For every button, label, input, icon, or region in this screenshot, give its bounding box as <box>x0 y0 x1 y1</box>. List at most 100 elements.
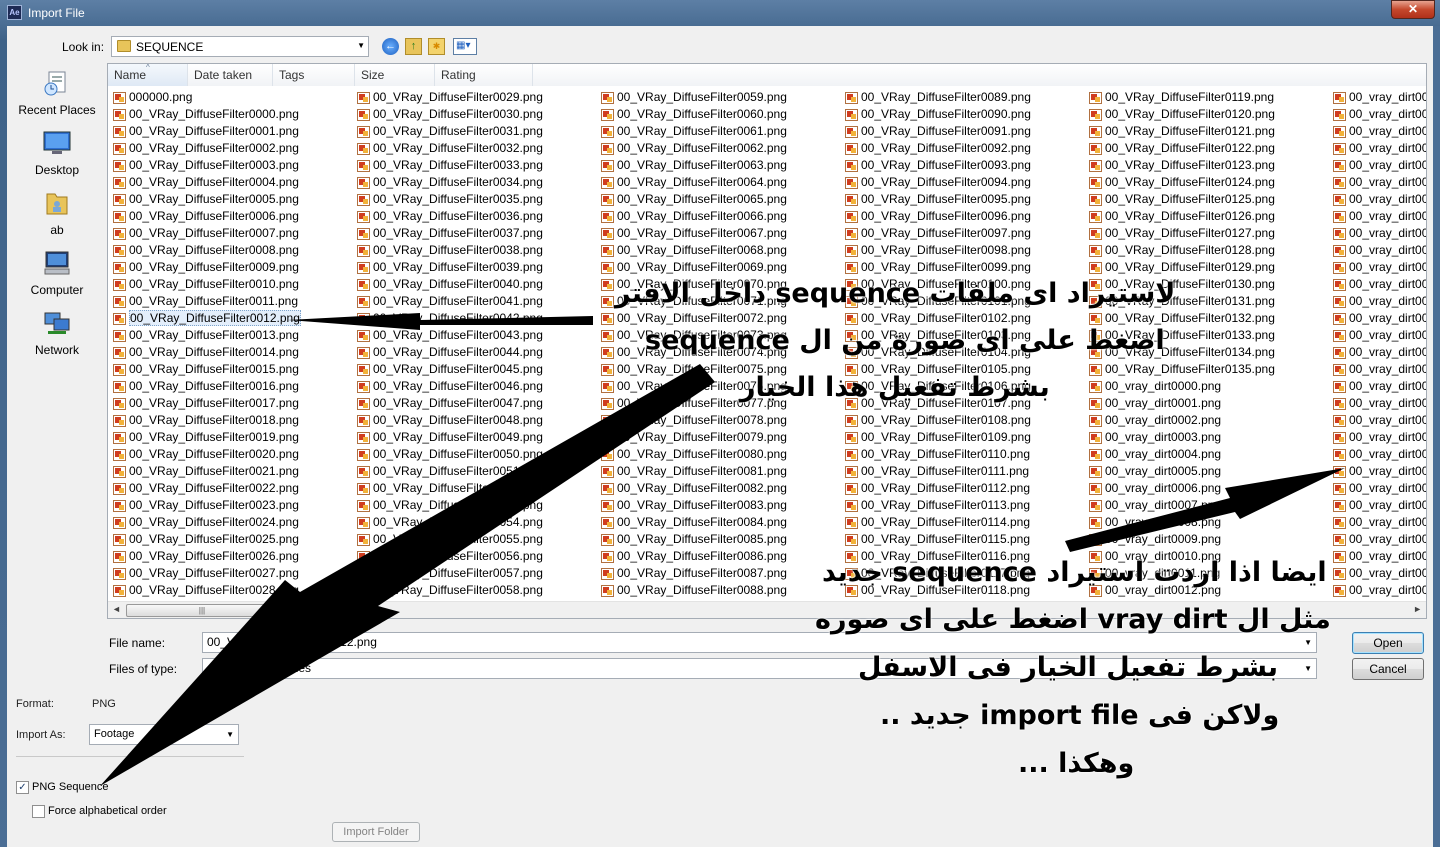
file-item[interactable]: 00_VRay_DiffuseFilter0003.png <box>111 157 355 174</box>
file-item[interactable]: 00_VRay_DiffuseFilter0061.png <box>599 123 843 140</box>
file-item[interactable]: 00_VRay_DiffuseFilter0052.png <box>355 480 599 497</box>
file-item[interactable]: 00_VRay_DiffuseFilter0044.png <box>355 344 599 361</box>
file-item[interactable]: 00_VRay_DiffuseFilter0050.png <box>355 446 599 463</box>
file-item[interactable]: 00_VRay_DiffuseFilter0069.png <box>599 259 843 276</box>
file-item[interactable]: 00_VRay_DiffuseFilter0028.png <box>111 582 355 599</box>
file-item[interactable]: 00_vray_dirt001 <box>1331 157 1426 174</box>
file-item[interactable]: 00_VRay_DiffuseFilter0099.png <box>843 259 1087 276</box>
file-item[interactable]: 00_VRay_DiffuseFilter0006.png <box>111 208 355 225</box>
file-item[interactable]: 00_vray_dirt002 <box>1331 327 1426 344</box>
file-item[interactable]: 00_VRay_DiffuseFilter0091.png <box>843 123 1087 140</box>
file-item[interactable]: 00_vray_dirt002 <box>1331 225 1426 242</box>
chevron-down-icon[interactable]: ▼ <box>1304 633 1312 652</box>
file-item[interactable]: 00_VRay_DiffuseFilter0011.png <box>111 293 355 310</box>
file-item[interactable]: 00_vray_dirt002 <box>1331 361 1426 378</box>
file-item[interactable]: 00_VRay_DiffuseFilter0080.png <box>599 446 843 463</box>
file-item[interactable]: 00_vray_dirt001 <box>1331 106 1426 123</box>
file-item[interactable]: 00_VRay_DiffuseFilter0124.png <box>1087 174 1331 191</box>
file-item[interactable]: 00_VRay_DiffuseFilter0049.png <box>355 429 599 446</box>
column-header-date-taken[interactable]: Date taken <box>188 64 273 86</box>
file-item[interactable]: 00_VRay_DiffuseFilter0112.png <box>843 480 1087 497</box>
file-item[interactable]: 00_VRay_DiffuseFilter0030.png <box>355 106 599 123</box>
place-recent-places[interactable]: Recent Places <box>11 64 103 120</box>
file-item[interactable]: 00_VRay_DiffuseFilter0018.png <box>111 412 355 429</box>
scroll-right-icon[interactable]: ► <box>1413 604 1422 614</box>
file-item[interactable]: 00_VRay_DiffuseFilter0079.png <box>599 429 843 446</box>
file-item[interactable]: 00_VRay_DiffuseFilter0064.png <box>599 174 843 191</box>
file-item[interactable]: 00_VRay_DiffuseFilter0022.png <box>111 480 355 497</box>
file-item[interactable]: 00_VRay_DiffuseFilter0026.png <box>111 548 355 565</box>
file-item[interactable]: 00_VRay_DiffuseFilter0123.png <box>1087 157 1331 174</box>
file-item[interactable]: 00_VRay_DiffuseFilter0046.png <box>355 378 599 395</box>
file-item[interactable]: 00_vray_dirt003 <box>1331 378 1426 395</box>
file-item[interactable]: 00_VRay_DiffuseFilter0096.png <box>843 208 1087 225</box>
file-item[interactable]: 00_VRay_DiffuseFilter0057.png <box>355 565 599 582</box>
file-item[interactable]: 00_vray_dirt0004.png <box>1087 446 1331 463</box>
file-item[interactable]: 00_vray_dirt003 <box>1331 514 1426 531</box>
file-item[interactable]: 00_VRay_DiffuseFilter0032.png <box>355 140 599 157</box>
file-item[interactable]: 00_vray_dirt0000.png <box>1087 378 1331 395</box>
file-item[interactable]: 00_VRay_DiffuseFilter0029.png <box>355 89 599 106</box>
file-item[interactable]: 00_VRay_DiffuseFilter0095.png <box>843 191 1087 208</box>
scrollbar-thumb[interactable]: ||| <box>126 604 278 617</box>
file-item[interactable]: 00_VRay_DiffuseFilter0010.png <box>111 276 355 293</box>
file-item[interactable]: 00_VRay_DiffuseFilter0088.png <box>599 582 843 599</box>
file-item[interactable]: 00_VRay_DiffuseFilter0092.png <box>843 140 1087 157</box>
file-item[interactable]: 00_vray_dirt003 <box>1331 446 1426 463</box>
file-item[interactable]: 00_VRay_DiffuseFilter0089.png <box>843 89 1087 106</box>
file-item[interactable]: 00_VRay_DiffuseFilter0023.png <box>111 497 355 514</box>
file-item[interactable]: 00_VRay_DiffuseFilter0120.png <box>1087 106 1331 123</box>
file-item[interactable]: 00_VRay_DiffuseFilter0087.png <box>599 565 843 582</box>
file-item[interactable]: 00_vray_dirt004 <box>1331 582 1426 599</box>
file-item[interactable]: 00_VRay_DiffuseFilter0020.png <box>111 446 355 463</box>
file-item[interactable]: 00_VRay_DiffuseFilter0110.png <box>843 446 1087 463</box>
close-button[interactable]: ✕ <box>1391 0 1435 19</box>
cancel-button[interactable]: Cancel <box>1352 658 1424 680</box>
up-folder-icon[interactable]: ↑ <box>405 38 422 55</box>
file-item[interactable]: 00_vray_dirt0008.png <box>1087 514 1331 531</box>
file-item[interactable]: 00_VRay_DiffuseFilter0014.png <box>111 344 355 361</box>
file-item[interactable]: 00_vray_dirt003 <box>1331 497 1426 514</box>
file-item[interactable]: 00_VRay_DiffuseFilter0042.png <box>355 310 599 327</box>
file-item[interactable]: 00_vray_dirt0005.png <box>1087 463 1331 480</box>
file-item[interactable]: 00_VRay_DiffuseFilter0048.png <box>355 412 599 429</box>
file-item[interactable]: 00_vray_dirt003 <box>1331 395 1426 412</box>
file-item[interactable]: 00_VRay_DiffuseFilter0068.png <box>599 242 843 259</box>
file-item[interactable]: 00_vray_dirt0003.png <box>1087 429 1331 446</box>
file-item[interactable]: 00_VRay_DiffuseFilter0114.png <box>843 514 1087 531</box>
png-sequence-label[interactable]: PNG Sequence <box>32 781 108 793</box>
file-item[interactable]: 00_VRay_DiffuseFilter0017.png <box>111 395 355 412</box>
file-item[interactable]: 00_vray_dirt0007.png <box>1087 497 1331 514</box>
file-item[interactable]: 00_vray_dirt001 <box>1331 89 1426 106</box>
import-folder-button[interactable]: Import Folder <box>332 822 420 842</box>
file-item[interactable]: 00_VRay_DiffuseFilter0039.png <box>355 259 599 276</box>
import-as-select[interactable]: Footage ▼ <box>89 724 239 745</box>
column-header-rating[interactable]: Rating <box>435 64 533 86</box>
file-item[interactable]: 00_VRay_DiffuseFilter0031.png <box>355 123 599 140</box>
force-alphabetical-checkbox[interactable] <box>32 805 45 818</box>
file-item[interactable]: 00_VRay_DiffuseFilter0119.png <box>1087 89 1331 106</box>
file-item[interactable]: 00_VRay_DiffuseFilter0021.png <box>111 463 355 480</box>
file-item[interactable]: 00_VRay_DiffuseFilter0000.png <box>111 106 355 123</box>
column-header-tags[interactable]: Tags <box>273 64 355 86</box>
file-item[interactable]: 00_VRay_DiffuseFilter0066.png <box>599 208 843 225</box>
file-item[interactable]: 00_VRay_DiffuseFilter0024.png <box>111 514 355 531</box>
file-item[interactable]: 00_VRay_DiffuseFilter0035.png <box>355 191 599 208</box>
open-button[interactable]: Open <box>1352 632 1424 654</box>
file-item[interactable]: 00_VRay_DiffuseFilter0040.png <box>355 276 599 293</box>
file-item[interactable]: 00_VRay_DiffuseFilter0001.png <box>111 123 355 140</box>
file-item[interactable]: 00_VRay_DiffuseFilter0002.png <box>111 140 355 157</box>
file-item[interactable]: 00_VRay_DiffuseFilter0122.png <box>1087 140 1331 157</box>
file-item[interactable]: 00_vray_dirt002 <box>1331 276 1426 293</box>
file-item[interactable]: 00_VRay_DiffuseFilter0034.png <box>355 174 599 191</box>
file-item[interactable]: 00_vray_dirt004 <box>1331 565 1426 582</box>
file-item[interactable]: 00_vray_dirt003 <box>1331 412 1426 429</box>
file-item[interactable]: 00_VRay_DiffuseFilter0129.png <box>1087 259 1331 276</box>
file-item[interactable]: 00_VRay_DiffuseFilter0084.png <box>599 514 843 531</box>
file-item[interactable]: 00_VRay_DiffuseFilter0015.png <box>111 361 355 378</box>
file-item[interactable]: 00_VRay_DiffuseFilter0094.png <box>843 174 1087 191</box>
place-network[interactable]: Network <box>11 304 103 360</box>
file-item[interactable]: 00_VRay_DiffuseFilter0051.png <box>355 463 599 480</box>
file-item[interactable]: 00_VRay_DiffuseFilter0128.png <box>1087 242 1331 259</box>
png-sequence-checkbox[interactable]: ✓ <box>16 781 29 794</box>
